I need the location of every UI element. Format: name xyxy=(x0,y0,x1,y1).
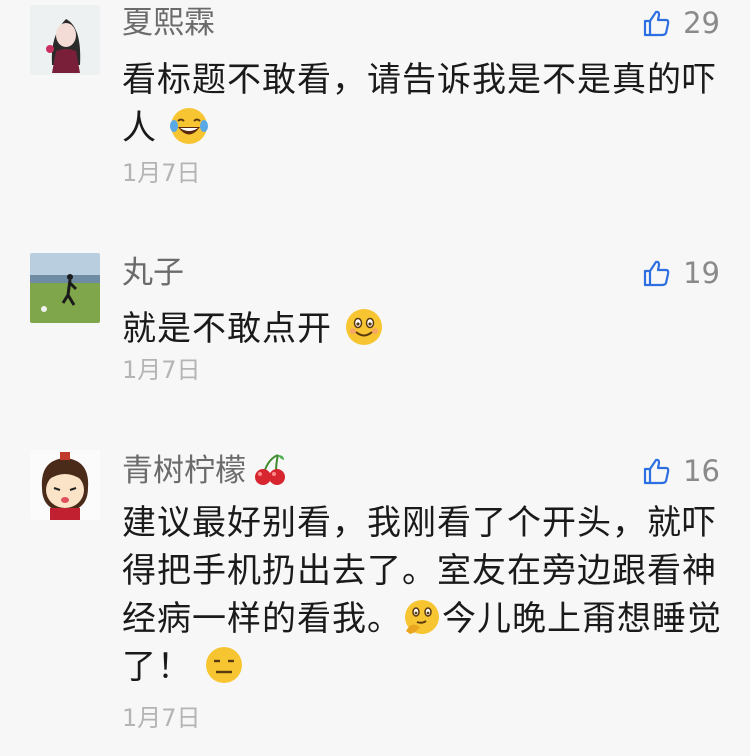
thumb-up-icon xyxy=(643,458,670,485)
comment-text-line: 就是不敢点开 xyxy=(122,305,722,353)
comment-text-fragment: 人 xyxy=(122,108,157,148)
avatar-image xyxy=(30,253,100,323)
like-count: 29 xyxy=(683,6,720,40)
cherry-icon xyxy=(255,454,285,485)
comment-text-line: 人 xyxy=(122,104,722,152)
comment-text-fragment: 了！ xyxy=(122,647,192,687)
like-button[interactable]: 29 xyxy=(641,3,720,43)
avatar[interactable] xyxy=(30,450,100,520)
comment-text: 建议最好别看，我刚看了个开头，就吓 得把手机扔出去了。室友在旁边跟看神 经病一样… xyxy=(122,499,722,691)
username[interactable]: 夏熙霖 xyxy=(122,3,215,43)
avatar[interactable] xyxy=(30,253,100,323)
comment-item: 夏熙霖 29 看标题不敢看，请告诉我是不是真的吓 人 1月7日 xyxy=(0,0,750,210)
avatar[interactable] xyxy=(30,5,100,75)
comment-text-line: 经病一样的看我。 今儿晚上甭想睡觉 xyxy=(122,595,722,643)
comment-text-line: 建议最好别看，我刚看了个开头，就吓 xyxy=(122,503,717,543)
comment-text-line: 得把手机扔出去了。室友在旁边跟看神 xyxy=(122,551,717,591)
thinking-emoji xyxy=(405,600,439,634)
username[interactable]: 青树柠檬 xyxy=(122,451,288,491)
username[interactable]: 丸子 xyxy=(122,253,184,293)
expressionless-emoji xyxy=(205,647,242,683)
comment-text: 就是不敢点开 xyxy=(122,305,722,353)
thumb-up-icon xyxy=(643,260,670,287)
avatar-image xyxy=(30,450,100,520)
comment-item: 丸子 19 就是不敢点开 1月7日 xyxy=(0,250,750,400)
comment-text-line: 了！ xyxy=(122,643,722,691)
comment-text: 看标题不敢看，请告诉我是不是真的吓 人 xyxy=(122,56,722,152)
like-button[interactable]: 19 xyxy=(641,253,720,293)
comment-date: 1月7日 xyxy=(122,356,201,384)
comment-text-line: 看标题不敢看，请告诉我是不是真的吓 xyxy=(122,60,717,100)
comment-text-fragment: 今儿晚上甭想睡觉 xyxy=(442,599,722,639)
comment-item: 青树柠檬 16 建议最好别看，我刚看了个开头，就吓 得把手机扔出去了。室友在旁边… xyxy=(0,448,750,756)
comment-text-fragment: 经病一样的看我。 xyxy=(122,599,402,639)
laughing-tears-emoji xyxy=(169,108,208,144)
comment-date: 1月7日 xyxy=(122,159,201,187)
comment-date: 1月7日 xyxy=(122,704,201,732)
smiling-emoji xyxy=(345,309,382,345)
username-text: 青树柠檬 xyxy=(122,453,246,489)
like-count: 19 xyxy=(683,256,720,290)
like-count: 16 xyxy=(683,454,720,488)
thumb-up-icon xyxy=(643,10,670,37)
avatar-image xyxy=(30,5,100,75)
like-button[interactable]: 16 xyxy=(641,451,720,491)
comment-text-fragment: 就是不敢点开 xyxy=(122,309,332,349)
